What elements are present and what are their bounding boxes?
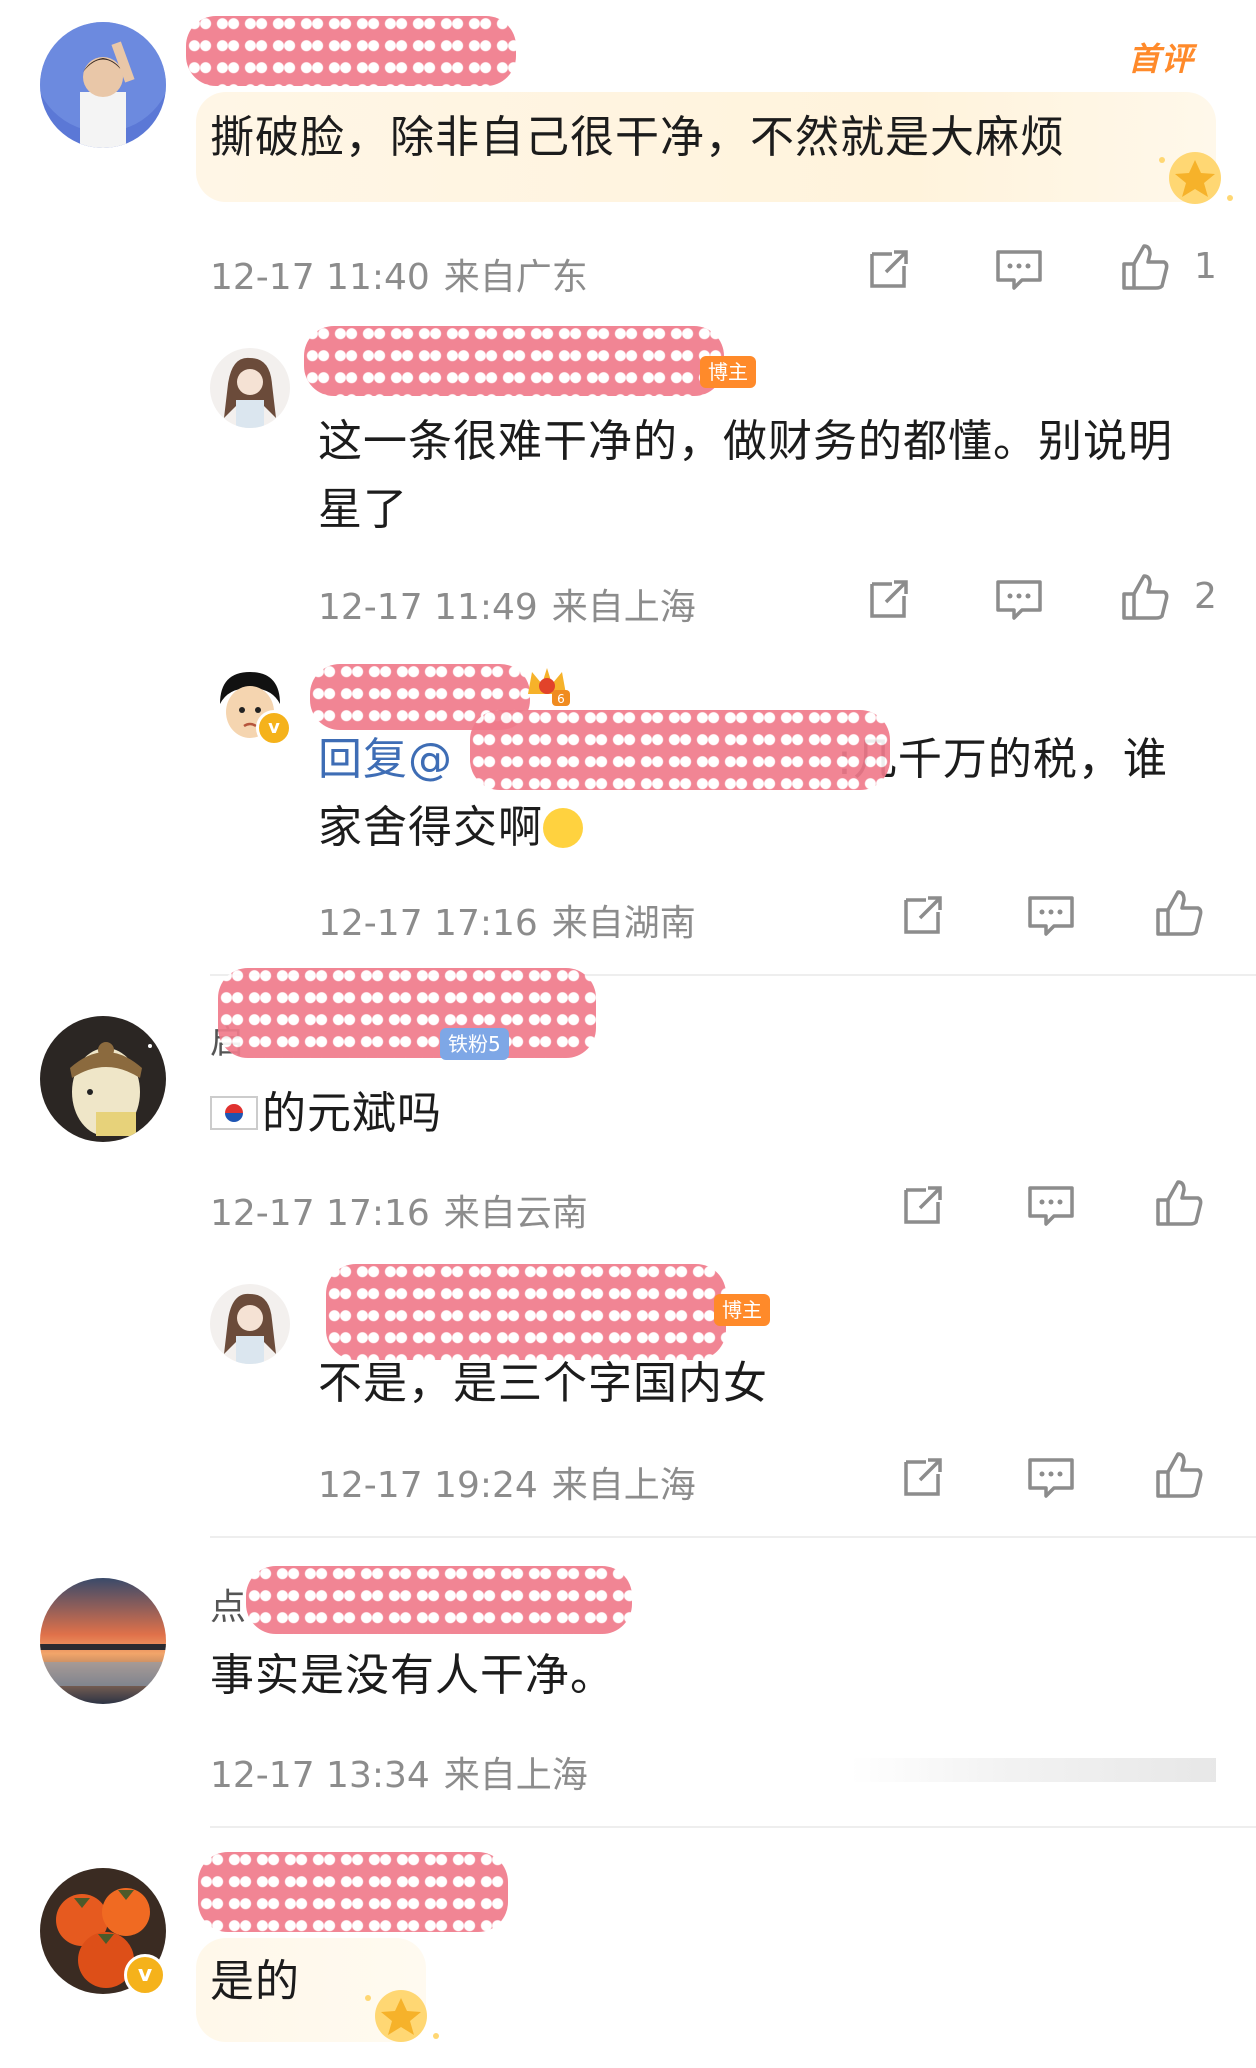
- author-tag: 博主: [714, 1294, 770, 1326]
- username-redacted: [198, 1852, 508, 1932]
- reply-location: 来自上海: [551, 1465, 696, 1506]
- username-redacted: [304, 326, 724, 396]
- comment-time: 12-17 17:16: [210, 1193, 430, 1234]
- avatar[interactable]: [210, 1284, 290, 1364]
- comment-meta: 12-17 17:16 来自云南: [210, 1184, 588, 1236]
- actions-faded: [850, 1758, 1216, 1782]
- mention-redacted: [470, 710, 890, 790]
- reply-location: 来自上海: [551, 587, 696, 628]
- star-medal-icon: [365, 1990, 439, 2042]
- divider: [210, 1826, 1256, 1828]
- verified-badge: v: [124, 1954, 166, 1996]
- reply-time: 12-17 17:16: [318, 903, 538, 944]
- verified-badge: v: [256, 710, 292, 746]
- like-icon[interactable]: [1152, 1448, 1206, 1502]
- comment-icon[interactable]: [1024, 1178, 1078, 1232]
- crown-badge-icon: 6: [528, 668, 570, 706]
- comment-meta: 12-17 11:40 来自广东: [210, 248, 588, 300]
- reply-meta: 12-17 11:49 来自上海: [318, 578, 696, 630]
- reply-meta: 12-17 19:24 来自上海: [318, 1456, 696, 1508]
- comment-time: 12-17 11:40: [210, 257, 430, 298]
- thinking-emoji-icon: [543, 808, 583, 848]
- reply-text: 这一条很难干净的，做财务的都懂。别说明星了: [318, 416, 1173, 535]
- like-icon[interactable]: [1152, 886, 1206, 940]
- reply-meta: 12-17 17:16 来自湖南: [318, 894, 696, 946]
- reply-prefix[interactable]: 回复@: [318, 734, 453, 785]
- comment-meta: 12-17 13:34 来自上海: [210, 1746, 588, 1798]
- username-redacted: [218, 968, 596, 1058]
- comment-time: 12-17 13:34: [210, 1755, 430, 1796]
- share-icon[interactable]: [896, 1450, 950, 1504]
- avatar[interactable]: [40, 1578, 166, 1704]
- reply-time: 12-17 19:24: [318, 1465, 538, 1506]
- comment-text: 事实是没有人干净。: [210, 1650, 615, 1701]
- reply-location: 来自湖南: [551, 903, 696, 944]
- comment-icon[interactable]: [992, 242, 1046, 296]
- comment-text-body: 的元斌吗: [262, 1088, 442, 1139]
- author-tag: 博主: [700, 356, 756, 388]
- like-icon[interactable]: [1118, 240, 1172, 294]
- share-icon[interactable]: [862, 242, 916, 296]
- reply-time: 12-17 11:49: [318, 587, 538, 628]
- username-redacted: [246, 1566, 632, 1634]
- comment-icon[interactable]: [1024, 1450, 1078, 1504]
- comment-icon[interactable]: [992, 572, 1046, 626]
- reply-text: 不是，是三个字国内女: [318, 1358, 768, 1409]
- divider: [210, 1536, 1256, 1538]
- like-icon[interactable]: [1118, 570, 1172, 624]
- star-medal-icon: [1159, 152, 1233, 204]
- username-prefix: 点: [210, 1587, 247, 1628]
- like-count: 2: [1194, 576, 1217, 617]
- fan-tag: 铁粉5: [440, 1028, 509, 1060]
- comment-text: 撕破脸，除非自己很干净，不然就是大麻烦: [210, 112, 1065, 163]
- comment-icon[interactable]: [1024, 888, 1078, 942]
- comment-location: 来自云南: [443, 1193, 588, 1234]
- korea-flag-icon: [210, 1096, 258, 1130]
- avatar[interactable]: [40, 1016, 166, 1142]
- avatar[interactable]: [40, 22, 166, 148]
- comment-location: 来自上海: [443, 1755, 588, 1796]
- share-icon[interactable]: [862, 572, 916, 626]
- crown-level: 6: [557, 692, 565, 706]
- share-icon[interactable]: [896, 1178, 950, 1232]
- like-icon[interactable]: [1152, 1176, 1206, 1230]
- like-count: 1: [1194, 246, 1217, 287]
- share-icon[interactable]: [896, 888, 950, 942]
- comment-location: 来自广东: [443, 257, 588, 298]
- username-redacted: [326, 1264, 726, 1360]
- avatar[interactable]: [210, 348, 290, 428]
- comment-text: 的元斌吗: [210, 1080, 1190, 1148]
- username-redacted: [186, 16, 516, 86]
- first-comment-badge: 首评: [1128, 40, 1195, 78]
